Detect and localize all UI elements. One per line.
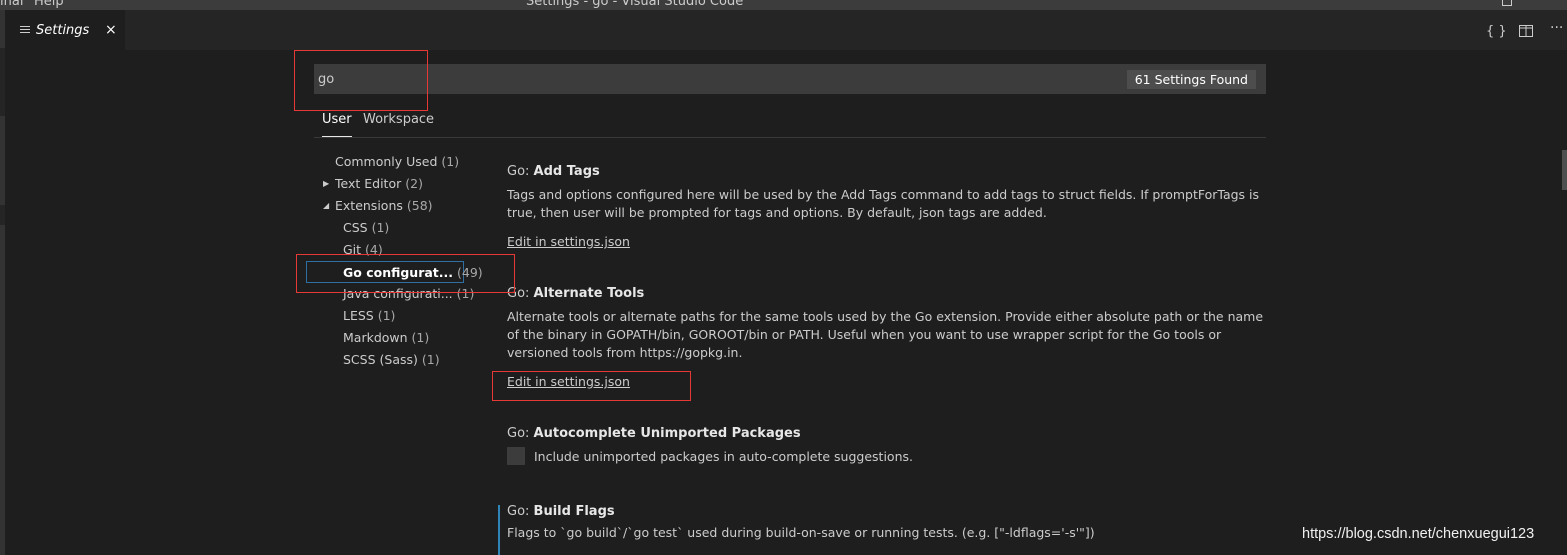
close-icon[interactable]: × (105, 22, 117, 38)
window-title: Settings - go - Visual Studio Code (526, 0, 744, 9)
tab-settings[interactable]: Settings × (5, 10, 125, 50)
toc-item-markdown[interactable]: Markdown (1) (343, 327, 429, 349)
tab-user[interactable]: User (322, 112, 352, 137)
setting-autocomplete-unimported-packages: Go: Autocomplete Unimported Packages Inc… (507, 426, 1267, 465)
editor-tab-bar: Settings × { } ··· (5, 10, 1567, 50)
split-editor-icon[interactable] (1519, 25, 1533, 41)
menu-help[interactable]: Help (34, 0, 64, 9)
menu-terminal[interactable]: inal (0, 0, 23, 9)
title-bar: inal Help Settings - go - Visual Studio … (0, 0, 1567, 10)
setting-description: Alternate tools or alternate paths for t… (507, 309, 1264, 360)
setting-description: Tags and options configured here will be… (507, 187, 1260, 220)
tab-label: Settings (36, 22, 90, 38)
toc-item-commonly-used[interactable]: Commonly Used (1) (335, 151, 459, 173)
toc-item-extensions[interactable]: Extensions (58) (335, 195, 433, 217)
setting-title: Go: Autocomplete Unimported Packages (507, 426, 801, 441)
chevron-right-icon[interactable]: ▶ (323, 179, 329, 188)
open-settings-json-icon[interactable]: { } (1486, 24, 1507, 39)
focus-indicator (498, 505, 500, 555)
annotation-box-search (294, 50, 428, 111)
setting-description: Flags to `go build`/`go test` used durin… (507, 525, 1095, 540)
more-actions-icon[interactable]: ··· (1550, 20, 1563, 36)
restore-window-icon[interactable] (1502, 0, 1512, 6)
setting-title: Go: Add Tags (507, 164, 600, 179)
list-icon (20, 25, 30, 35)
scope-tabs: User Workspace (314, 110, 1266, 138)
annotation-box-edit-link (492, 371, 691, 401)
toc-item-less[interactable]: LESS (1) (343, 305, 395, 327)
activity-bar-edge (0, 10, 5, 555)
toc-item-css[interactable]: CSS (1) (343, 217, 389, 239)
settings-search-box: 61 Settings Found (314, 64, 1266, 94)
checkbox-row: Include unimported packages in auto-comp… (507, 447, 1267, 465)
checkbox-label: Include unimported packages in auto-comp… (534, 448, 913, 464)
annotation-box-go-config (296, 254, 515, 293)
setting-title: Go: Alternate Tools (507, 286, 645, 301)
toc-item-text-editor[interactable]: Text Editor (2) (335, 173, 423, 195)
setting-build-flags: Go: Build Flags Flags to `go build`/`go … (507, 504, 1267, 542)
autocomplete-unimported-checkbox[interactable] (507, 447, 525, 465)
chevron-down-icon[interactable]: ◢ (323, 201, 329, 210)
edit-in-settings-json-link[interactable]: Edit in settings.json (507, 234, 630, 249)
settings-count-badge: 61 Settings Found (1126, 70, 1256, 89)
setting-title: Go: Build Flags (507, 504, 615, 519)
vertical-scrollbar[interactable] (1562, 150, 1567, 190)
tab-workspace[interactable]: Workspace (363, 112, 434, 136)
watermark-text: https://blog.csdn.net/chenxuegui123 (1302, 526, 1535, 542)
settings-search-input[interactable] (318, 66, 1098, 92)
toc-item-scss[interactable]: SCSS (Sass) (1) (343, 349, 440, 371)
setting-add-tags: Go: Add Tags Tags and options configured… (507, 164, 1267, 250)
